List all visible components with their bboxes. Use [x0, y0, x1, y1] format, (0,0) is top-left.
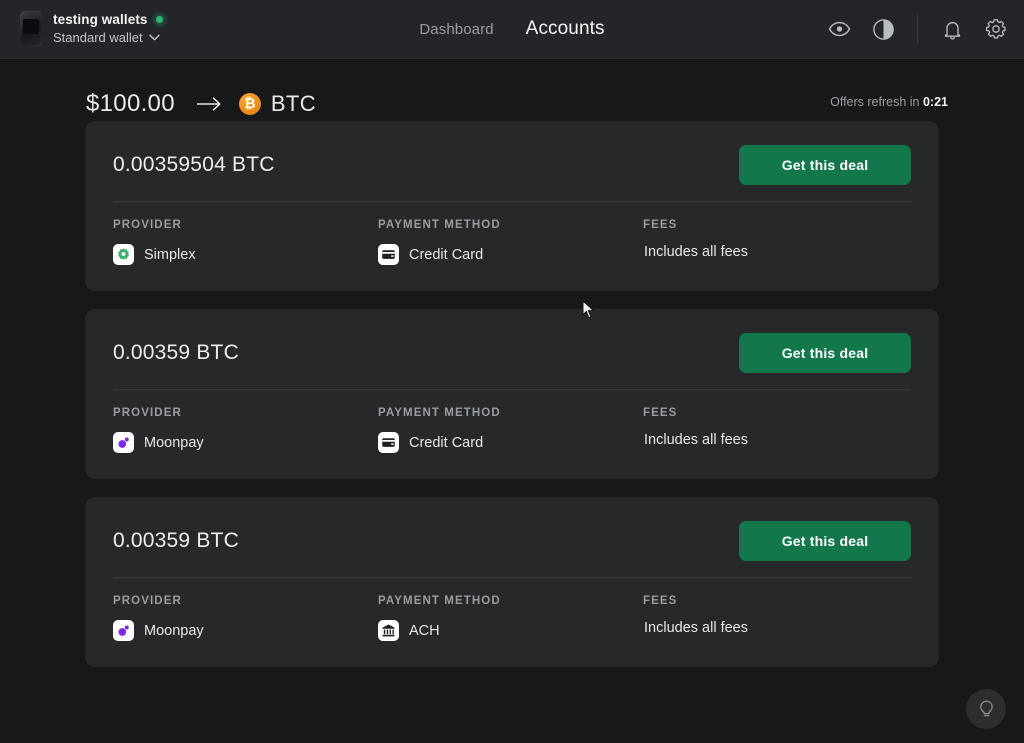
- offer-amount: 0.00359 BTC: [113, 529, 239, 552]
- payment-method-name: Credit Card: [409, 434, 484, 451]
- wallet-text-block: testing wallets Standard wallet: [53, 12, 163, 46]
- provider-name: Moonpay: [144, 434, 204, 451]
- offers-refresh-timer: Offers refresh in 0:21: [830, 95, 948, 109]
- chevron-down-icon[interactable]: [148, 28, 160, 46]
- simplex-icon: [113, 244, 134, 265]
- moonpay-icon: [113, 620, 134, 641]
- payment-method-label: PAYMENT METHOD: [378, 219, 501, 231]
- provider-column: PROVIDER Moonpay: [113, 595, 378, 641]
- payment-method-column: PAYMENT METHOD Credit Card: [378, 407, 643, 453]
- payment-method-value: Credit Card: [378, 244, 643, 265]
- payment-method-column: PAYMENT METHOD ACH: [378, 595, 643, 641]
- offer-details: PROVIDER Moonpay PAYMENT METHOD: [113, 578, 911, 641]
- header-icon-group: [827, 0, 1008, 58]
- fees-value: Includes all fees: [644, 620, 748, 636]
- fees-column: FEES Includes all fees: [643, 219, 911, 265]
- offer-details: PROVIDER Simplex PAYMENT METHOD Credit C…: [113, 202, 911, 265]
- fees-value: Includes all fees: [644, 244, 748, 260]
- provider-label: PROVIDER: [113, 595, 182, 607]
- contrast-icon[interactable]: [871, 17, 895, 41]
- bitcoin-icon: ₿: [238, 93, 261, 115]
- get-this-deal-button[interactable]: Get this deal: [739, 145, 911, 185]
- refresh-prefix: Offers refresh in: [830, 95, 920, 109]
- eye-icon[interactable]: [827, 17, 851, 41]
- help-lightbulb-button[interactable]: [966, 689, 1006, 729]
- fees-label: FEES: [643, 219, 678, 231]
- credit-card-icon: [378, 432, 399, 453]
- provider-value: Moonpay: [113, 620, 378, 641]
- wallet-type-row[interactable]: Standard wallet: [53, 28, 163, 46]
- provider-column: PROVIDER Moonpay: [113, 407, 378, 453]
- offer-card-header: 0.00359 BTC Get this deal: [113, 331, 911, 375]
- provider-value: Moonpay: [113, 432, 378, 453]
- moonpay-icon: [113, 432, 134, 453]
- offer-card-header: 0.00359 BTC Get this deal: [113, 519, 911, 563]
- accounts-page: $100.00 ₿ BTC Offers refresh in 0:21 0.0…: [0, 59, 1024, 743]
- offer-card[interactable]: 0.00359504 BTC Get this deal PROVIDER Si…: [85, 121, 939, 291]
- fees-label: FEES: [643, 595, 678, 607]
- payment-method-name: ACH: [409, 622, 440, 639]
- payment-method-label: PAYMENT METHOD: [378, 595, 501, 607]
- crypto-label: BTC: [270, 91, 317, 116]
- offer-card[interactable]: 0.00359 BTC Get this deal PROVIDER Moonp…: [85, 497, 939, 667]
- provider-name: Simplex: [144, 246, 196, 263]
- provider-column: PROVIDER Simplex: [113, 219, 378, 265]
- bell-icon[interactable]: [940, 17, 964, 41]
- offer-amount: 0.00359 BTC: [113, 341, 239, 364]
- offer-card[interactable]: 0.00359 BTC Get this deal PROVIDER Moonp…: [85, 309, 939, 479]
- wallet-name: testing wallets: [53, 12, 148, 27]
- purchase-summary: $100.00 ₿ BTC Offers refresh in 0:21: [0, 59, 1024, 121]
- offer-details: PROVIDER Moonpay PAYMENT METHOD: [113, 390, 911, 453]
- provider-name: Moonpay: [144, 622, 204, 639]
- bank-icon: [378, 620, 399, 641]
- wallet-name-row: testing wallets: [53, 12, 163, 27]
- refresh-countdown: 0:21: [922, 95, 948, 109]
- app-header: testing wallets Standard wallet Dashboar…: [0, 0, 1024, 59]
- fees-column: FEES Includes all fees: [643, 407, 911, 453]
- hardware-wallet-image: [20, 11, 42, 47]
- nav-item-accounts[interactable]: Accounts: [526, 18, 605, 40]
- fees-column: FEES Includes all fees: [643, 595, 911, 641]
- offers-list: 0.00359504 BTC Get this deal PROVIDER Si…: [0, 121, 1024, 667]
- offer-card-header: 0.00359504 BTC Get this deal: [113, 143, 911, 187]
- payment-method-value: Credit Card: [378, 432, 643, 453]
- offer-amount: 0.00359504 BTC: [113, 153, 275, 176]
- payment-method-label: PAYMENT METHOD: [378, 407, 501, 419]
- payment-method-name: Credit Card: [409, 246, 484, 263]
- fiat-amount: $100.00: [86, 90, 175, 117]
- nav-item-dashboard[interactable]: Dashboard: [419, 21, 493, 38]
- provider-label: PROVIDER: [113, 407, 182, 419]
- wallet-type-label: Standard wallet: [53, 29, 143, 45]
- payment-method-value: ACH: [378, 620, 643, 641]
- payment-method-column: PAYMENT METHOD Credit Card: [378, 219, 643, 265]
- get-this-deal-button[interactable]: Get this deal: [739, 333, 911, 373]
- wallet-selector[interactable]: testing wallets Standard wallet: [0, 11, 163, 47]
- arrow-right-icon: [196, 97, 223, 111]
- connection-status-dot: [155, 16, 163, 23]
- get-this-deal-button[interactable]: Get this deal: [739, 521, 911, 561]
- fees-label: FEES: [643, 407, 678, 419]
- gear-icon[interactable]: [984, 17, 1008, 41]
- fees-value: Includes all fees: [644, 432, 748, 448]
- credit-card-icon: [378, 244, 399, 265]
- header-divider: [917, 15, 918, 43]
- provider-value: Simplex: [113, 244, 378, 265]
- provider-label: PROVIDER: [113, 219, 182, 231]
